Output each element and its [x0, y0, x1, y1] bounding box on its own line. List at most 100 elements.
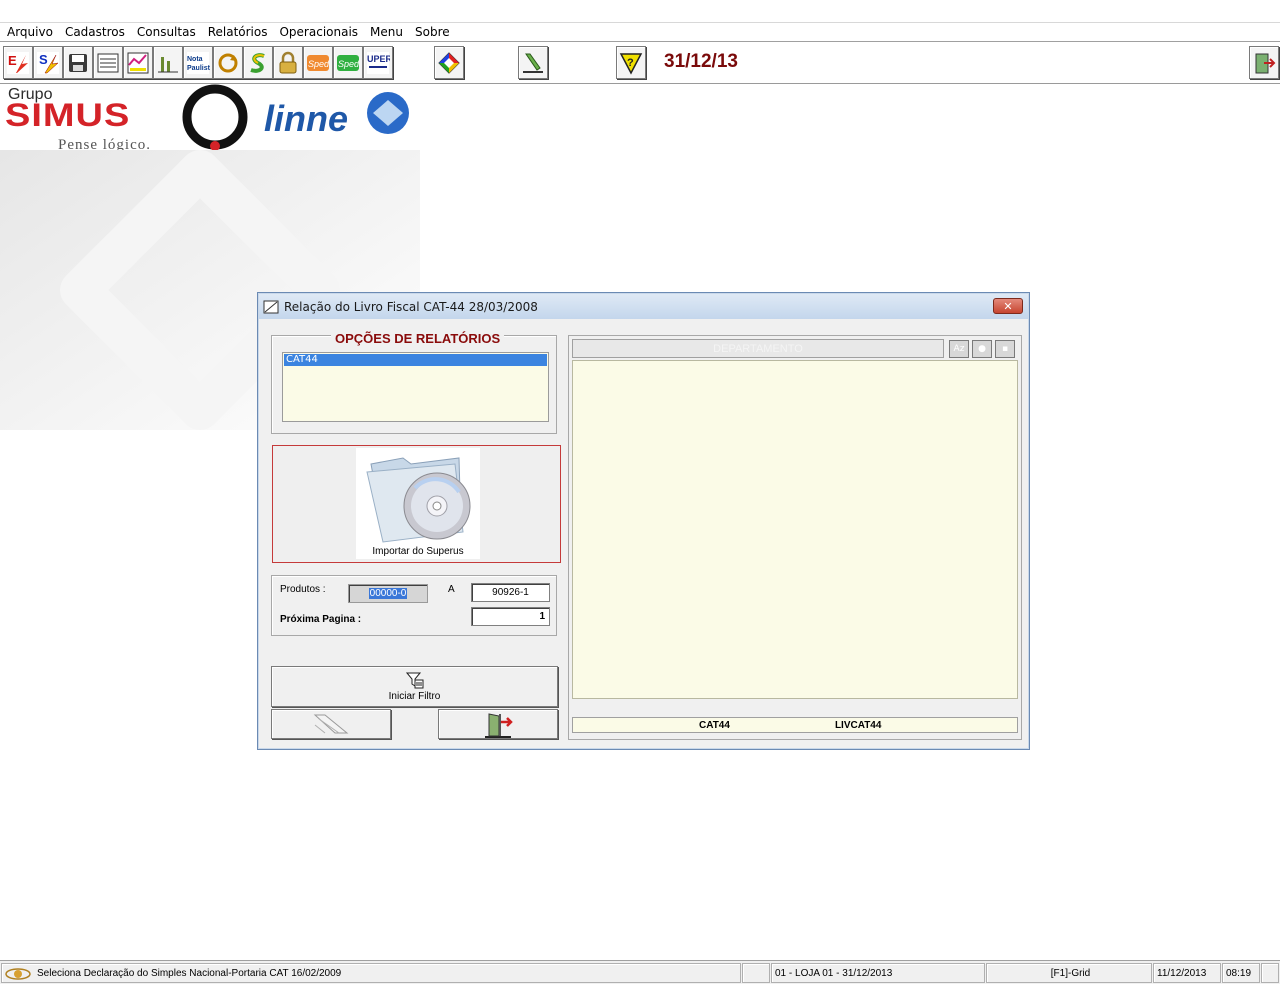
stats-button[interactable] [153, 46, 183, 79]
import-box: Importar do Superus [272, 445, 561, 563]
next-page-label: Próxima Pagina : [280, 614, 362, 625]
products-label: Produtos : [280, 584, 326, 595]
status-time: 08:19 [1222, 963, 1260, 983]
s-button[interactable] [243, 46, 273, 79]
status-blank [742, 963, 770, 983]
chart-button[interactable] [123, 46, 153, 79]
toolbar: E S Nota Paulist Sped Sped UPER ? 31/12/… [0, 43, 1280, 84]
linner-globe-icon [367, 92, 409, 134]
dialog-close-button[interactable]: ✕ [993, 298, 1023, 314]
efd-icon: E [7, 51, 29, 74]
report-options-group: OPÇÕES DE RELATÓRIOS CAT44 [271, 331, 557, 434]
report-button[interactable] [93, 46, 123, 79]
status-message: Seleciona Declaração do Simples Nacional… [1, 963, 741, 983]
svg-text:E: E [8, 53, 17, 68]
chart-icon [127, 52, 149, 73]
diamond-icon [438, 51, 460, 74]
filter-icon [405, 672, 423, 689]
tool-button[interactable] [518, 46, 548, 79]
status-grip [1261, 963, 1279, 983]
door-exit-icon [485, 713, 513, 738]
report-options-title: OPÇÕES DE RELATÓRIOS [331, 331, 505, 346]
svg-text:UPERU: UPERU [367, 54, 390, 64]
refresh-icon [218, 53, 238, 72]
status-hint: [F1]-Grid [986, 963, 1152, 983]
simus-ring-icon [182, 84, 248, 151]
close-icon: ✕ [1003, 299, 1013, 313]
circle-icon: ● [978, 344, 986, 354]
satellite-icon [5, 968, 31, 980]
menu-cadastros[interactable]: Cadastros [60, 23, 132, 41]
sped-2-button[interactable]: Sped [333, 46, 363, 79]
sped-button[interactable]: Sped [303, 46, 333, 79]
department-grid-panel: DEPARTAMENTO Az ● ▪ CAT44 LIVCAT44 [568, 335, 1022, 740]
products-group: Produtos : 00000-0 A 90926-1 Próxima Pag… [271, 575, 557, 636]
lock-icon [279, 51, 297, 73]
save-button[interactable] [63, 46, 93, 79]
sped-icon: Sped [307, 54, 330, 71]
menu-consultas[interactable]: Consultas [132, 23, 203, 41]
menu-sobre[interactable]: Sobre [410, 23, 457, 41]
s-icon [250, 52, 265, 73]
exit-icon [1255, 53, 1276, 73]
exit-dialog-button[interactable] [438, 709, 558, 739]
help-button[interactable]: ? [616, 46, 646, 79]
efd-button[interactable]: E [3, 46, 33, 79]
diamond-button[interactable] [434, 46, 464, 79]
tool-icon [523, 53, 543, 73]
list-item-cat44[interactable]: CAT44 [284, 354, 547, 366]
sort-toggle-button[interactable]: ▪ [995, 340, 1015, 358]
exit-button[interactable] [1249, 46, 1279, 79]
dialog-app-icon [263, 300, 279, 313]
menu-relatorios[interactable]: Relatórios [203, 23, 275, 41]
next-page-field[interactable]: 1 [471, 607, 550, 626]
svg-text:Paulist: Paulist [187, 65, 210, 72]
footer-report-name: CAT44 [699, 719, 730, 731]
range-a-label: A [448, 584, 455, 595]
cat44-dialog: Relação do Livro Fiscal CAT-44 28/03/200… [257, 292, 1030, 750]
report-options-list[interactable]: CAT44 [282, 352, 549, 422]
refresh-button[interactable] [213, 46, 243, 79]
print-button[interactable] [271, 709, 391, 739]
menu-arquivo[interactable]: Arquivo [2, 23, 60, 41]
superus-button[interactable]: UPERU [363, 46, 393, 79]
start-filter-label: Iniciar Filtro [388, 691, 441, 702]
grid-footer: CAT44 LIVCAT44 [572, 717, 1018, 733]
status-store: 01 - LOJA 01 - 31/12/2013 [771, 963, 985, 983]
svg-text:S: S [39, 52, 48, 67]
svg-text:Sped: Sped [308, 59, 330, 69]
department-header[interactable]: DEPARTAMENTO [572, 339, 944, 358]
dialog-titlebar[interactable]: Relação do Livro Fiscal CAT-44 28/03/200… [259, 294, 1028, 319]
svg-text:Nota: Nota [187, 56, 203, 63]
top-strip [0, 0, 1280, 22]
current-date: 31/12/13 [664, 51, 738, 72]
svg-text:?: ? [627, 57, 634, 69]
dialog-body: OPÇÕES DE RELATÓRIOS CAT44 Importar do S… [262, 321, 1026, 747]
sort-toggle-icon: ▪ [1001, 344, 1009, 354]
nota-paulista-icon: Nota Paulist [187, 51, 210, 74]
lock-button[interactable] [273, 46, 303, 79]
report-icon [97, 53, 119, 72]
save-disk-icon [69, 53, 87, 72]
menu-menu[interactable]: Menu [365, 23, 410, 41]
app-window: Arquivo Cadastros Consultas Relatórios O… [0, 0, 1280, 986]
import-superus-button[interactable]: Importar do Superus [356, 448, 480, 559]
dialog-title: Relação do Livro Fiscal CAT-44 28/03/200… [284, 299, 538, 314]
logo-simus-text: SIMUS [5, 98, 131, 134]
help-icon: ? [619, 52, 643, 75]
status-date: 11/12/2013 [1153, 963, 1221, 983]
start-filter-button[interactable]: Iniciar Filtro [271, 666, 558, 707]
sort-az-button[interactable]: Az [949, 340, 969, 358]
products-from-field[interactable]: 00000-0 [348, 584, 428, 603]
department-grid[interactable] [572, 360, 1018, 699]
menu-bar: Arquivo Cadastros Consultas Relatórios O… [0, 22, 1280, 42]
next-page-value: 1 [539, 611, 545, 622]
footer-report-code: LIVCAT44 [834, 719, 882, 731]
stats-icon [158, 56, 178, 72]
svg-text:Sped: Sped [338, 59, 360, 69]
circle-button[interactable]: ● [972, 340, 992, 358]
sintegra-button[interactable]: S [33, 46, 63, 79]
nota-paulista-button[interactable]: Nota Paulist [183, 46, 213, 79]
menu-operacionais[interactable]: Operacionais [274, 23, 365, 41]
products-to-field[interactable]: 90926-1 [471, 583, 550, 602]
